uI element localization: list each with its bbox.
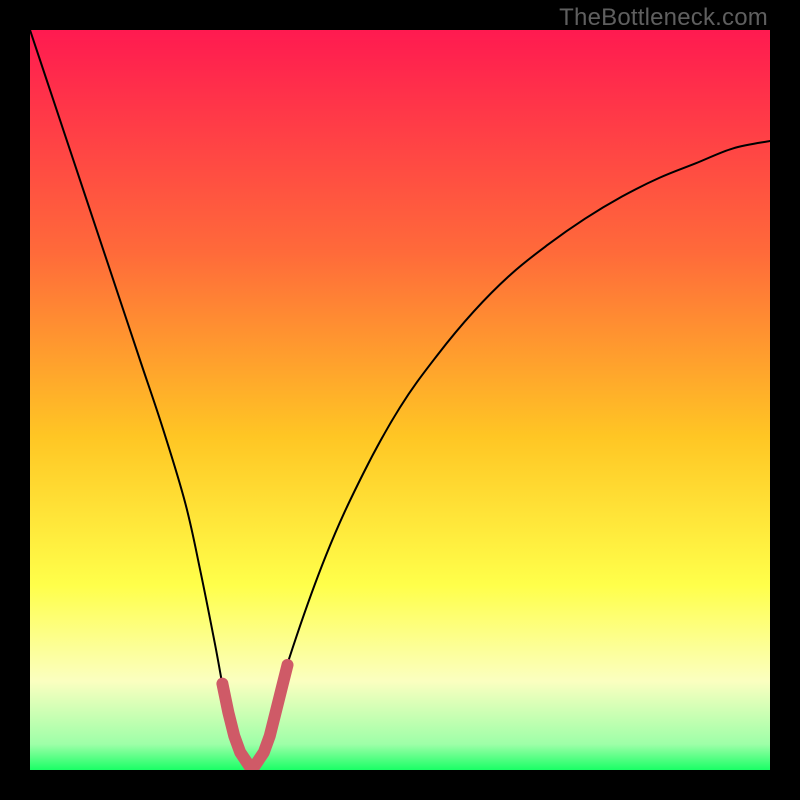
chart-frame (30, 30, 770, 770)
chart-svg (30, 30, 770, 770)
gradient-background (30, 30, 770, 770)
watermark-text: TheBottleneck.com (559, 4, 768, 32)
